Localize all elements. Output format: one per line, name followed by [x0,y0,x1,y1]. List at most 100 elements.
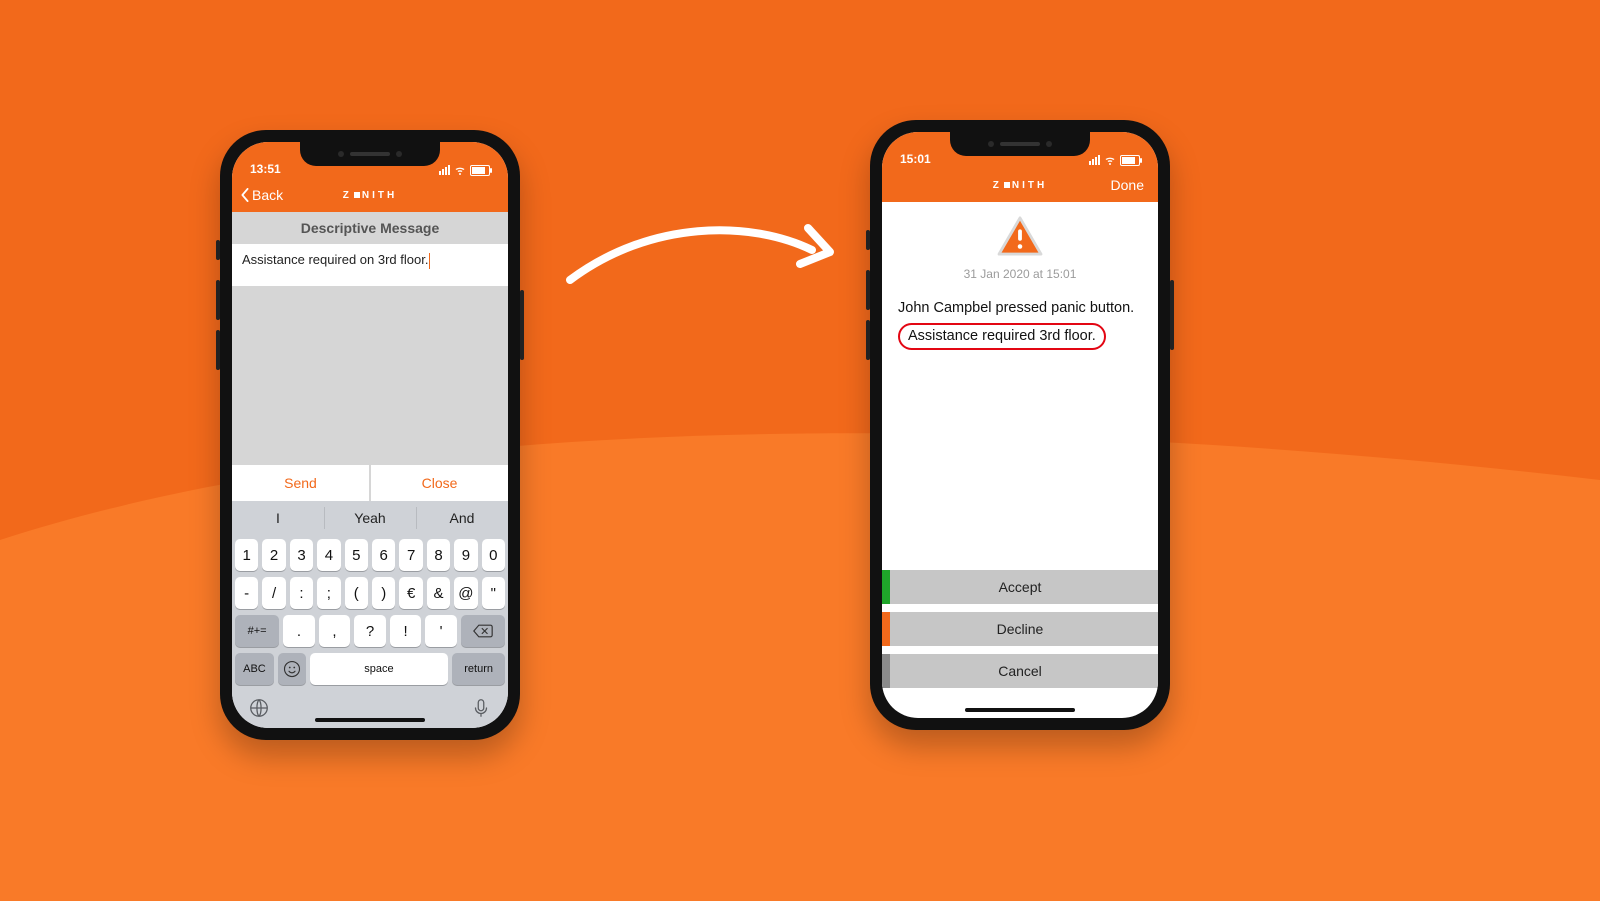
decline-label: Decline [997,621,1044,637]
text-cursor [429,253,430,269]
edge-indicator-gray [882,654,890,688]
key[interactable]: . [283,615,315,647]
key[interactable]: & [427,577,450,609]
flow-arrow-icon [560,200,840,320]
key[interactable]: € [399,577,422,609]
volume-up-mock [216,280,220,320]
alert-line-1: John Campbel pressed panic button. [898,300,1134,316]
notch [950,132,1090,156]
status-time: 15:01 [900,152,931,166]
accept-button[interactable]: Accept [882,570,1158,604]
brand-dot-icon [1004,182,1010,188]
key[interactable]: ; [317,577,340,609]
mic-icon [470,697,492,719]
close-button[interactable]: Close [371,465,508,501]
send-close-bar: Send Close [232,465,508,501]
prediction-item[interactable]: And [416,501,508,535]
alert-timestamp: 31 Jan 2020 at 15:01 [882,267,1158,281]
accept-label: Accept [999,579,1042,595]
decline-button[interactable]: Decline [882,612,1158,646]
back-label: Back [252,187,283,203]
return-key[interactable]: return [452,653,505,685]
power-button-mock [1170,280,1174,350]
notch [300,142,440,166]
dictation-key[interactable] [470,697,492,724]
signal-icon [439,165,450,175]
emoji-key[interactable] [278,653,306,685]
wifi-icon [454,164,466,176]
key[interactable]: 3 [290,539,313,571]
alert-text-block: John Campbel pressed panic button. Assis… [882,299,1158,350]
message-input[interactable]: Assistance required on 3rd floor. [232,244,508,286]
key[interactable]: - [235,577,258,609]
space-key[interactable]: space [310,653,449,685]
keyboard-predictions: I Yeah And [232,501,508,535]
alert-area: 31 Jan 2020 at 15:01 John Campbel presse… [882,202,1158,350]
shift-key[interactable]: #+= [235,615,279,647]
wifi-icon [1104,154,1116,166]
signal-icon [1089,155,1100,165]
key[interactable]: ) [372,577,395,609]
key[interactable]: ? [354,615,386,647]
done-button[interactable]: Done [1111,168,1144,202]
home-indicator[interactable] [315,718,425,722]
app-brand: ZNITH [993,180,1047,191]
alert-triangle-icon [997,216,1043,256]
edge-indicator-orange [882,612,890,646]
app-brand: ZNITH [343,190,397,201]
key[interactable]: 2 [262,539,285,571]
volume-up-mock [866,270,870,310]
key[interactable]: ! [390,615,422,647]
chevron-left-icon [240,188,250,202]
key[interactable]: 4 [317,539,340,571]
nav-bar: ZNITH Done [882,168,1158,202]
compose-spacer [232,286,508,465]
key[interactable]: " [482,577,505,609]
battery-icon [1120,155,1140,166]
brand-dot-icon [354,192,360,198]
emoji-icon [283,660,301,678]
key[interactable]: , [319,615,351,647]
alert-actions: Accept Decline Cancel [882,570,1158,688]
backspace-key[interactable] [461,615,505,647]
key[interactable]: 7 [399,539,422,571]
key[interactable]: ( [345,577,368,609]
key[interactable]: / [262,577,285,609]
key[interactable]: 9 [454,539,477,571]
key[interactable]: @ [454,577,477,609]
mute-switch-mock [866,230,870,250]
mute-switch-mock [216,240,220,260]
status-indicators [1089,154,1140,166]
phone-left-screen: 13:51 Back ZNITH Descriptive Message [232,142,508,728]
globe-key[interactable] [248,697,270,724]
key[interactable]: 6 [372,539,395,571]
send-button[interactable]: Send [232,465,369,501]
key[interactable]: : [290,577,313,609]
backspace-icon [473,624,493,638]
cancel-button[interactable]: Cancel [882,654,1158,688]
key[interactable]: 0 [482,539,505,571]
message-input-text: Assistance required on 3rd floor. [242,252,428,267]
prediction-item[interactable]: Yeah [324,501,416,535]
power-button-mock [520,290,524,360]
phone-right: 15:01 ZNITH Done 31 Jan [870,120,1170,730]
status-time: 13:51 [250,162,281,176]
key[interactable]: 8 [427,539,450,571]
section-title: Descriptive Message [232,212,508,244]
edge-indicator-green [882,570,890,604]
home-indicator[interactable] [965,708,1075,712]
abc-key[interactable]: ABC [235,653,274,685]
key[interactable]: 1 [235,539,258,571]
keyboard: 1 2 3 4 5 6 7 8 9 0 - / : [232,535,508,690]
keyboard-footer [232,690,508,728]
phone-left: 13:51 Back ZNITH Descriptive Message [220,130,520,740]
battery-icon [470,165,490,176]
volume-down-mock [866,320,870,360]
prediction-item[interactable]: I [232,501,324,535]
key[interactable]: ' [425,615,457,647]
back-button[interactable]: Back [240,178,283,212]
alert-highlighted-line: Assistance required 3rd floor. [898,323,1106,351]
phone-right-screen: 15:01 ZNITH Done 31 Jan [882,132,1158,718]
left-screen-body: Descriptive Message Assistance required … [232,212,508,728]
key[interactable]: 5 [345,539,368,571]
